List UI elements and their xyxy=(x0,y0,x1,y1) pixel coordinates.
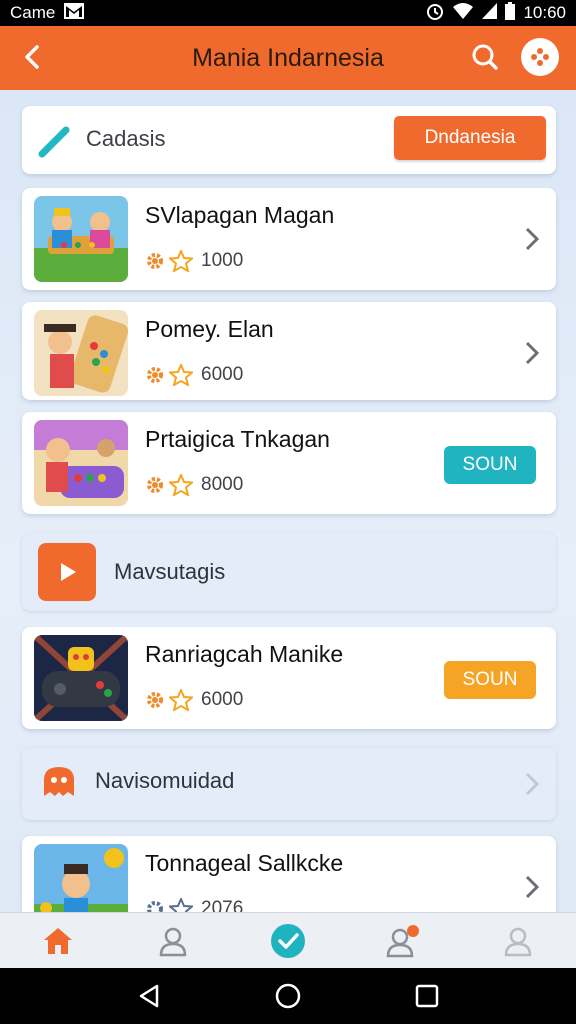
star-icon xyxy=(169,364,193,386)
ghost-icon xyxy=(44,767,74,796)
system-nav-bar xyxy=(0,968,576,1024)
game-thumbnail-image xyxy=(34,310,128,396)
game-thumbnail-image xyxy=(34,196,128,282)
category-card: Cadasis Dndanesia xyxy=(22,106,556,174)
notifications-user-icon xyxy=(386,924,420,957)
section-navisomuidad[interactable]: Navisomuidad xyxy=(22,748,556,820)
gear-icon xyxy=(147,901,163,912)
check-icon xyxy=(271,923,305,958)
star-icon xyxy=(169,689,193,711)
nav-check[interactable] xyxy=(230,913,345,968)
account-icon xyxy=(505,927,532,956)
gear-icon xyxy=(147,692,163,708)
signal-icon xyxy=(481,2,498,25)
system-recents-button[interactable] xyxy=(407,976,447,1016)
circle-home-icon xyxy=(275,983,301,1009)
chevron-right-icon xyxy=(525,875,540,899)
back-button[interactable] xyxy=(16,40,50,74)
game-title: Tonnageal Sallkcke xyxy=(145,850,344,876)
play-icon xyxy=(38,543,96,601)
rating-value: 6000 xyxy=(201,364,244,385)
rating-value: 6000 xyxy=(201,689,244,710)
gamepad-button[interactable] xyxy=(521,38,559,76)
game-thumbnail-image xyxy=(34,844,128,912)
wifi-icon xyxy=(453,2,474,25)
star-icon xyxy=(169,250,193,272)
gear-icon xyxy=(147,253,163,269)
back-arrow-icon xyxy=(25,45,39,69)
pencil-icon xyxy=(38,126,70,158)
game-thumbnail xyxy=(34,420,128,506)
rating-value: 8000 xyxy=(201,474,244,495)
game-title: Pomey. Elan xyxy=(145,316,274,342)
section-mavsutagis[interactable]: Mavsutagis xyxy=(22,533,556,611)
star-icon xyxy=(169,898,193,912)
category-button[interactable]: Dndanesia xyxy=(394,116,546,160)
dice-icon xyxy=(531,48,549,66)
game-card[interactable]: Ranriagcah Manike 6000 SOUN xyxy=(22,627,556,729)
system-back-button[interactable] xyxy=(129,976,169,1016)
nav-home[interactable] xyxy=(0,913,115,968)
gear-icon xyxy=(147,477,163,493)
category-label: Cadasis xyxy=(86,126,166,151)
game-title: Prtaigica Tnkagan xyxy=(145,426,330,452)
game-card[interactable]: Prtaigica Tnkagan 8000 SOUN xyxy=(22,412,556,514)
status-left: Came xyxy=(10,2,85,25)
profile-icon xyxy=(159,927,187,956)
home-icon xyxy=(43,927,72,954)
game-thumbnail xyxy=(34,844,128,912)
soun-button[interactable]: SOUN xyxy=(444,446,536,484)
game-card[interactable]: Pomey. Elan 6000 xyxy=(22,302,556,400)
soun-button[interactable]: SOUN xyxy=(444,661,536,699)
carrier-label: Came xyxy=(10,3,56,22)
section-label: Mavsutagis xyxy=(114,559,226,584)
app-bar: Mania Indarnesia xyxy=(0,26,576,90)
game-card[interactable]: SVlapagan Magan 1000 xyxy=(22,188,556,290)
game-thumbnail-image xyxy=(34,420,128,506)
nav-notifications[interactable] xyxy=(346,913,461,968)
search-icon xyxy=(472,44,498,70)
star-icon xyxy=(169,474,193,496)
game-thumbnail xyxy=(34,310,128,396)
content-area[interactable]: Cadasis Dndanesia SVlapagan Magan 1000 P… xyxy=(0,90,576,912)
rating-row: 6000 xyxy=(145,689,243,711)
game-thumbnail xyxy=(34,635,128,721)
game-card[interactable]: Tonnageal Sallkcke 2076 xyxy=(22,836,556,912)
rating-row: 2076 xyxy=(145,898,243,912)
rating-value: 1000 xyxy=(201,250,244,271)
status-bar: Came 10:60 xyxy=(0,0,576,26)
triangle-back-icon xyxy=(140,984,159,1008)
nav-profile[interactable] xyxy=(115,913,230,968)
battery-icon xyxy=(505,1,516,25)
search-button[interactable] xyxy=(468,40,502,74)
chevron-right-icon xyxy=(525,341,540,365)
bottom-nav xyxy=(0,912,576,968)
game-title: Ranriagcah Manike xyxy=(145,641,344,667)
nav-account[interactable] xyxy=(461,913,576,968)
rating-row: 6000 xyxy=(145,364,243,386)
gear-icon xyxy=(147,367,163,383)
game-thumbnail-image xyxy=(34,635,128,721)
rating-value: 2076 xyxy=(201,898,244,912)
game-thumbnail xyxy=(34,196,128,282)
chevron-right-icon xyxy=(525,772,540,796)
system-home-button[interactable] xyxy=(268,976,308,1016)
rating-row: 1000 xyxy=(145,250,243,272)
status-right: 10:60 xyxy=(425,1,566,26)
game-title: SVlapagan Magan xyxy=(145,202,335,228)
section-label: Navisomuidad xyxy=(95,768,235,793)
clock-label: 10:60 xyxy=(523,3,566,22)
mail-icon xyxy=(63,2,85,25)
alarm-icon xyxy=(425,1,445,26)
square-recents-icon xyxy=(415,984,438,1008)
rating-row: 8000 xyxy=(145,474,243,496)
chevron-right-icon xyxy=(525,227,540,251)
